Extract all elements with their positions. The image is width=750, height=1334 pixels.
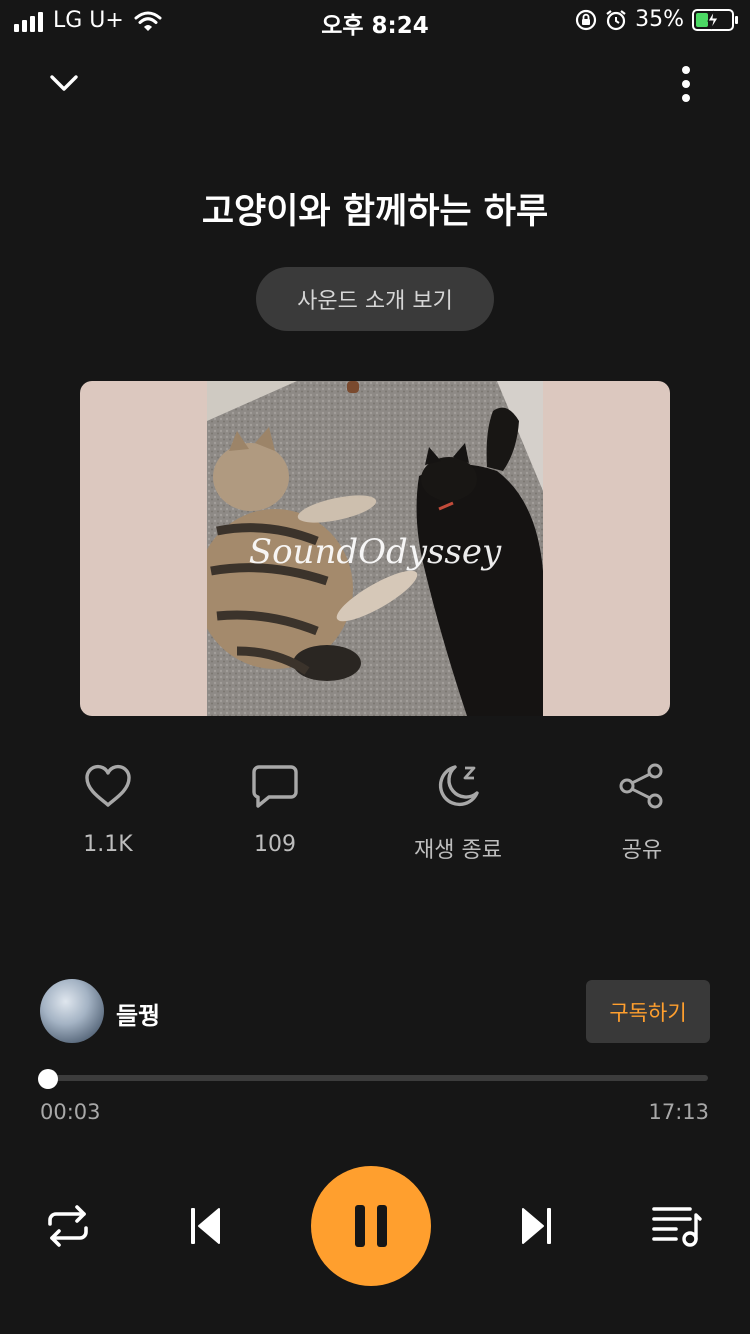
playlist-button[interactable]: [646, 1198, 708, 1254]
collapse-button[interactable]: [46, 66, 82, 102]
share-icon: [619, 763, 663, 809]
skip-previous-icon: [191, 1208, 220, 1244]
comment-button[interactable]: 109: [205, 758, 345, 857]
battery-percent: 35%: [635, 7, 684, 32]
comment-icon: [252, 765, 298, 808]
sound-title: 고양이와 함께하는 하루: [201, 192, 549, 232]
sleep-timer-button[interactable]: 재생 종료: [388, 758, 528, 864]
creator-avatar[interactable]: [40, 979, 104, 1043]
next-button[interactable]: [510, 1198, 566, 1254]
subscribe-button[interactable]: 구독하기: [586, 980, 710, 1043]
share-label: 공유: [621, 838, 663, 863]
playlist-icon: [652, 1207, 702, 1247]
progress-track[interactable]: [46, 1075, 708, 1081]
cover-watermark: SoundOdyssey: [249, 532, 502, 572]
battery-charging-icon: [692, 8, 738, 31]
more-vertical-icon: [682, 66, 690, 102]
like-button[interactable]: 1.1K: [38, 758, 178, 857]
heart-icon: [85, 764, 131, 807]
skip-next-icon: [522, 1208, 551, 1244]
comment-count: 109: [254, 832, 296, 857]
status-bar: LG U+ 오후 8:24 35%: [0, 0, 750, 44]
sleep-timer-icon: [438, 765, 479, 807]
repeat-icon: [48, 1205, 88, 1247]
previous-button[interactable]: [176, 1198, 232, 1254]
pause-icon: [355, 1205, 387, 1247]
pause-button[interactable]: [311, 1166, 431, 1286]
chevron-down-icon: [50, 75, 78, 91]
creator-name[interactable]: 들꿩: [116, 996, 160, 1031]
orientation-lock-icon: [575, 9, 597, 30]
like-count: 1.1K: [83, 832, 133, 857]
sound-intro-button[interactable]: 사운드 소개 보기: [256, 267, 494, 331]
repeat-button[interactable]: [40, 1198, 96, 1254]
sleep-timer-label: 재생 종료: [414, 838, 502, 863]
progress-handle[interactable]: [37, 1069, 58, 1089]
more-menu-button[interactable]: [668, 64, 704, 104]
total-time: 17:13: [648, 1100, 709, 1124]
player-screen: LG U+ 오후 8:24 35% 고양이와 함께하는 하루 사운드 소개 보기…: [0, 0, 750, 1334]
alarm-icon: [606, 9, 626, 30]
share-button[interactable]: 공유: [572, 758, 712, 864]
cover-image: SoundOdyssey: [207, 381, 543, 716]
cover-art: SoundOdyssey: [80, 381, 670, 716]
current-time: 00:03: [40, 1100, 101, 1124]
